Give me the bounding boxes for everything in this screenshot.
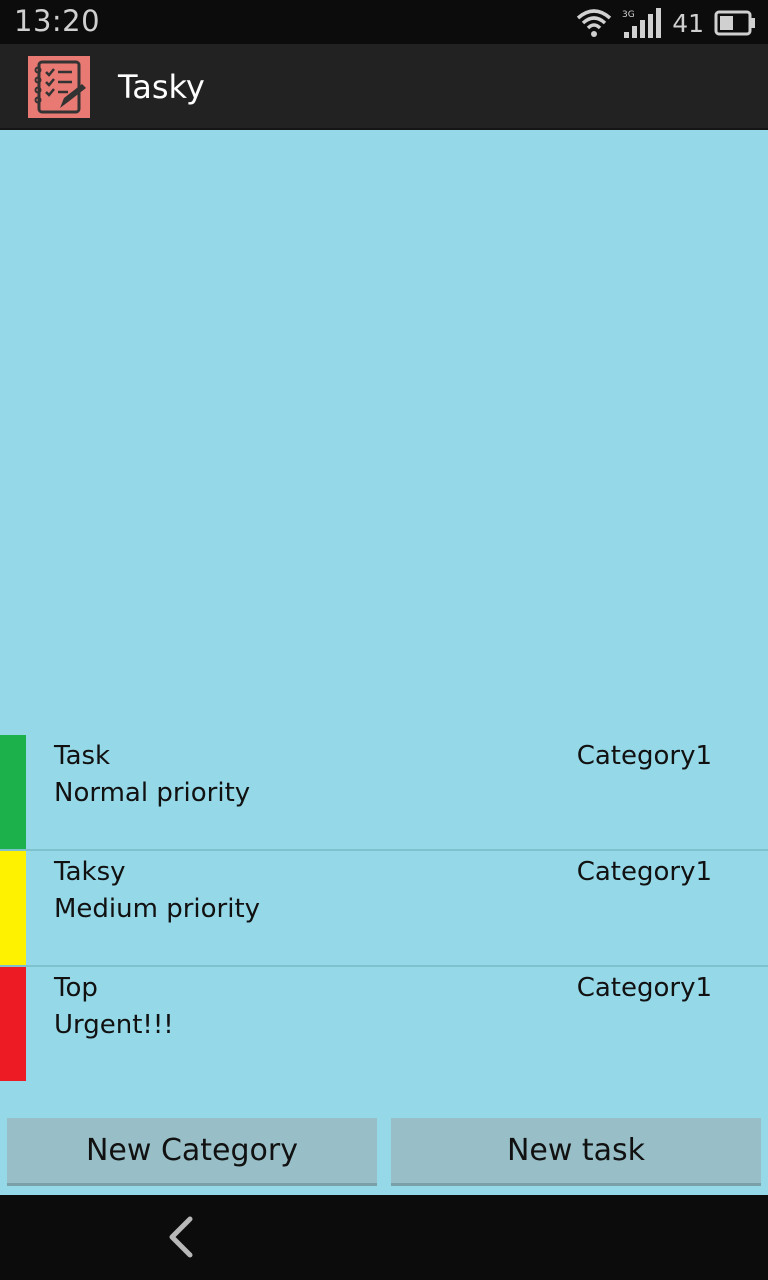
task-name: Task [54, 741, 111, 771]
task-row[interactable]: Task Normal priority Category1 [0, 735, 768, 851]
navigation-bar [0, 1195, 768, 1280]
battery-level: 41 [672, 8, 704, 38]
priority-indicator [0, 851, 26, 965]
status-icons: 3G 41 [576, 6, 756, 40]
wifi-icon [577, 9, 612, 37]
app-title: Tasky [118, 68, 205, 106]
priority-indicator [0, 967, 26, 1081]
battery-icon [714, 10, 755, 36]
task-description: Normal priority [54, 778, 251, 808]
notepad-checklist-icon[interactable] [28, 56, 90, 118]
task-row[interactable]: Top Urgent!!! Category1 [0, 967, 768, 1083]
task-description: Urgent!!! [54, 1010, 174, 1040]
button-row: New Category New task [0, 1118, 768, 1188]
new-task-button[interactable]: New task [391, 1118, 761, 1186]
screen: 13:20 3G 41 Tasky Task Normal priority C… [0, 0, 768, 1280]
priority-indicator [0, 735, 26, 849]
task-list: Task Normal priority Category1 Taksy Med… [0, 735, 768, 1083]
task-name: Taksy [54, 857, 126, 887]
task-name: Top [54, 973, 98, 1003]
new-category-button[interactable]: New Category [7, 1118, 377, 1186]
signal-icon: 3G [622, 8, 662, 38]
content-area: Task Normal priority Category1 Taksy Med… [0, 130, 768, 1195]
task-category: Category1 [576, 741, 712, 771]
back-chevron-icon[interactable] [160, 1213, 204, 1261]
task-row[interactable]: Taksy Medium priority Category1 [0, 851, 768, 967]
network-type-label: 3G [622, 10, 635, 20]
task-description: Medium priority [54, 894, 261, 924]
task-category: Category1 [576, 973, 712, 1003]
task-category: Category1 [576, 857, 712, 887]
status-bar: 13:20 3G 41 [0, 0, 768, 44]
action-bar: Tasky [0, 44, 768, 130]
status-time: 13:20 [14, 4, 101, 38]
